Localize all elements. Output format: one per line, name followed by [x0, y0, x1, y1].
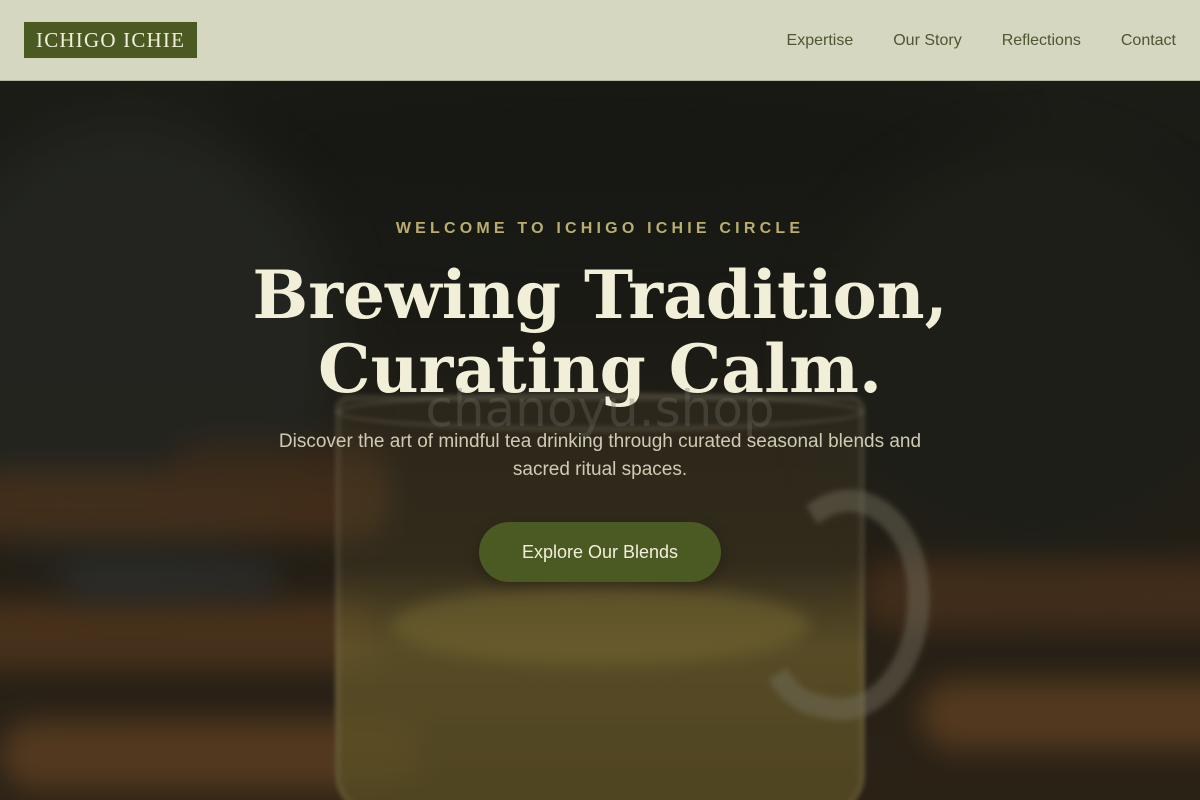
nav-link-expertise[interactable]: Expertise: [787, 32, 854, 50]
site-header: ICHIGO ICHIE Expertise Our Story Reflect…: [0, 0, 1200, 81]
hero-headline-line-1: Brewing Tradition,: [252, 256, 948, 334]
hero-subtitle: Discover the art of mindful tea drinking…: [278, 431, 922, 480]
nav-link-contact[interactable]: Contact: [1121, 32, 1176, 50]
explore-blends-button[interactable]: Explore Our Blends: [479, 522, 721, 582]
main-nav: Expertise Our Story Reflections Contact: [747, 0, 1176, 81]
nav-link-reflections[interactable]: Reflections: [1002, 32, 1081, 50]
site-logo[interactable]: ICHIGO ICHIE: [24, 22, 198, 58]
nav-link-our-story[interactable]: Our Story: [893, 32, 961, 50]
hero-eyebrow: WELCOME TO ICHIGO ICHIE CIRCLE: [395, 220, 805, 237]
